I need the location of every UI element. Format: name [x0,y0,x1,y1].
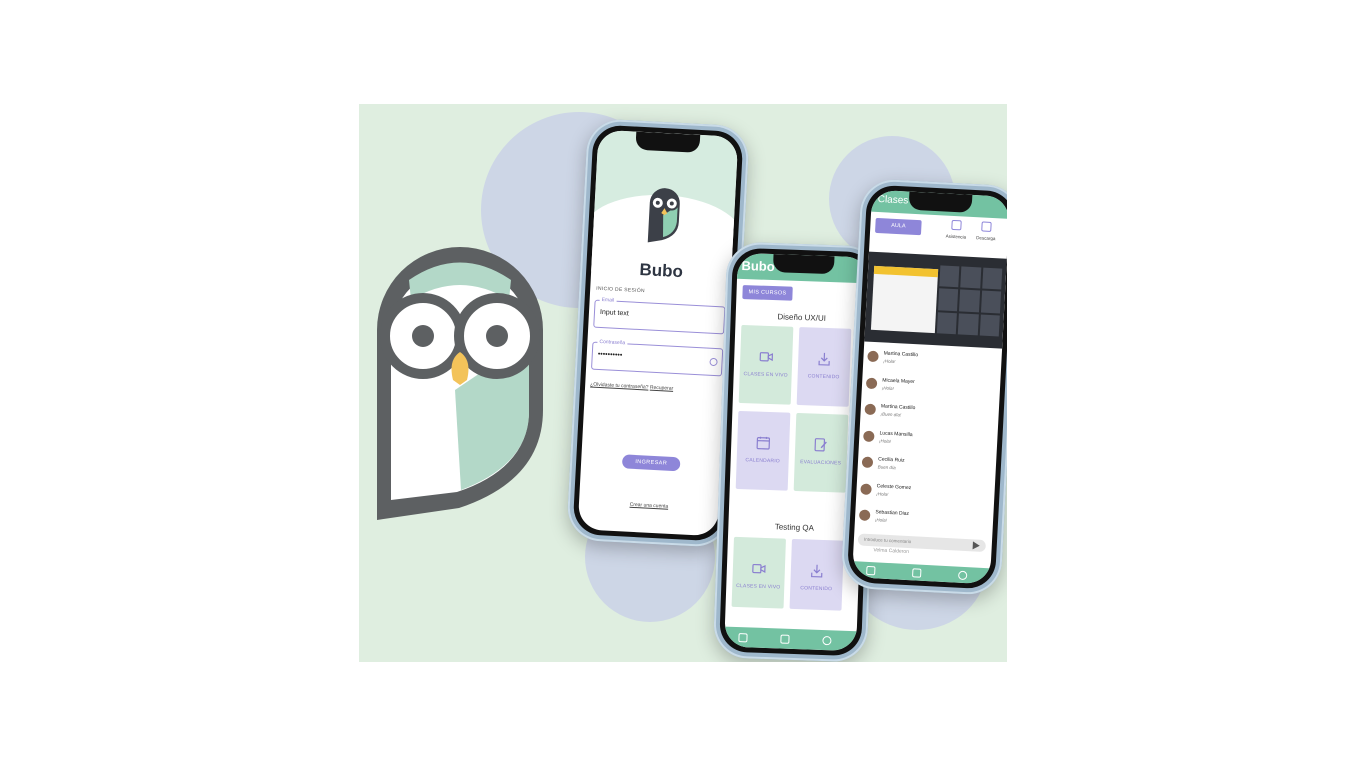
video-icon [759,352,774,362]
book-icon[interactable] [866,565,876,576]
mis-cursos-tab[interactable]: MIS CURSOS [742,285,793,301]
login-screen: Bubo INICIO DE SESIÓN Email Input text C… [577,129,739,537]
book-icon[interactable] [738,633,748,643]
home-icon[interactable] [780,634,790,644]
create-account-link[interactable]: Crear una cuenta [579,499,719,512]
tile-label: EVALUACIONES [800,459,842,467]
chat-message: ¡Hola! [874,517,888,523]
download-icon [811,564,823,578]
download-icon [981,221,992,232]
participant-tile [960,266,981,289]
classes-screen: Clases AULA Asistencia Descarga Martina … [851,189,1007,585]
course-title: Diseño UX/UI [777,312,827,323]
avatar [861,456,874,469]
login-section-label: INICIO DE SESIÓN [596,285,646,295]
tile-label: CALENDARIO [745,457,781,465]
chat-name: Cecilia Ruiz [877,456,905,464]
chat-list: Martina Castillo ¡Hola! Micaela Mayer ¡Hol… [858,348,998,540]
chat-name: Martina Castillo [880,403,916,412]
participant-tile [939,265,960,288]
calendar-icon [756,436,771,450]
phone-notch [908,191,973,213]
asistencia-button[interactable]: Asistencia [942,219,971,240]
profile-icon[interactable] [957,570,968,581]
promo-canvas: Bubo INICIO DE SESIÓN Email Input text C… [359,104,1007,662]
shared-document [870,265,939,334]
chat-message: ¡Hola! [883,358,896,365]
chat-message: ¡Buen día! [880,411,902,418]
chat-name: Micaela Mayer [882,376,915,385]
aula-button[interactable]: AULA [874,217,922,236]
tile-clases-en-vivo[interactable]: CLASES EN VIVO [731,536,786,609]
tile-evaluaciones[interactable]: EVALUACIONES [793,412,849,493]
person-icon [951,219,962,231]
eye-icon[interactable] [709,357,718,367]
chat-name: Celeste Gomez [876,482,912,491]
password-label: Contraseña [597,338,628,347]
chat-message: ¡Hola! [876,490,889,497]
email-label: Email [599,296,617,304]
forgot-password: ¿Olvidaste tu contraseña? Recuperar [590,382,673,392]
participant-tile [979,314,1000,337]
tile-label: CLASES EN VIVO [743,371,788,379]
chat-name: Sebastian Diaz [875,509,910,518]
bottom-nav [724,626,857,652]
participant-tile [958,313,979,336]
video-icon [752,563,766,574]
avatar [864,403,877,416]
tile-calendario[interactable]: CALENDARIO [735,410,791,491]
password-value: •••••••••• [597,350,623,360]
tile-label: CLASES EN VIVO [736,582,781,591]
tile-contenido[interactable]: CONTENIDO [796,327,852,407]
page-title: Clases [877,193,909,207]
send-icon[interactable] [972,541,980,550]
home-icon[interactable] [912,568,922,578]
forgot-text: ¿Olvidaste tu contraseña? [590,381,649,391]
participant-tile [936,311,958,335]
password-field[interactable]: Contraseña •••••••••• [590,338,724,377]
participant-tile [938,288,959,311]
download-icon [818,352,830,366]
participant-tile [959,289,980,313]
participant-tile [981,267,1003,290]
tile-clases-en-vivo[interactable]: CLASES EN VIVO [738,324,794,405]
comment-placeholder: Introduce tu comentario [863,536,912,545]
chat-name: Martina Castillo [883,350,919,359]
chat-message: Buen día [877,464,896,471]
chat-message: ¡Hola! [879,437,892,444]
descarga-label: Descarga [976,235,996,242]
chat-name: Lucas Mansilla [879,429,913,438]
email-field[interactable]: Email Input text [593,296,726,335]
course-title: Testing QA [774,522,815,533]
participant-grid [936,265,1003,337]
avatar [863,430,875,442]
ingresar-button[interactable]: INGRESAR [621,454,681,472]
profile-icon[interactable] [822,636,832,646]
avatar [860,482,872,495]
phone-classes: Clases AULA Asistencia Descarga Martina … [840,178,1007,596]
email-value: Input text [599,308,629,318]
avatar [865,377,878,389]
edit-icon [814,438,827,452]
tile-contenido[interactable]: CONTENIDO [789,538,844,611]
owl-logo-icon [647,188,680,243]
tile-label: CONTENIDO [807,373,840,381]
bottom-nav [851,561,991,585]
asistencia-label: Asistencia [945,233,967,240]
phone-notch [635,131,701,153]
chat-message: ¡Hola! [881,384,895,391]
participant-tile [980,290,1002,314]
chat-name: Velma Calderon [873,547,910,556]
tile-label: CONTENIDO [800,585,833,593]
video-player[interactable] [864,251,1007,349]
brand-title: Bubo [741,257,775,275]
phone-notch [772,254,835,275]
recover-link[interactable]: Recuperar [650,385,674,392]
owl-logo-icon [377,247,543,520]
avatar [867,350,879,363]
avatar [858,509,871,521]
descarga-button[interactable]: Descarga [972,221,1001,241]
